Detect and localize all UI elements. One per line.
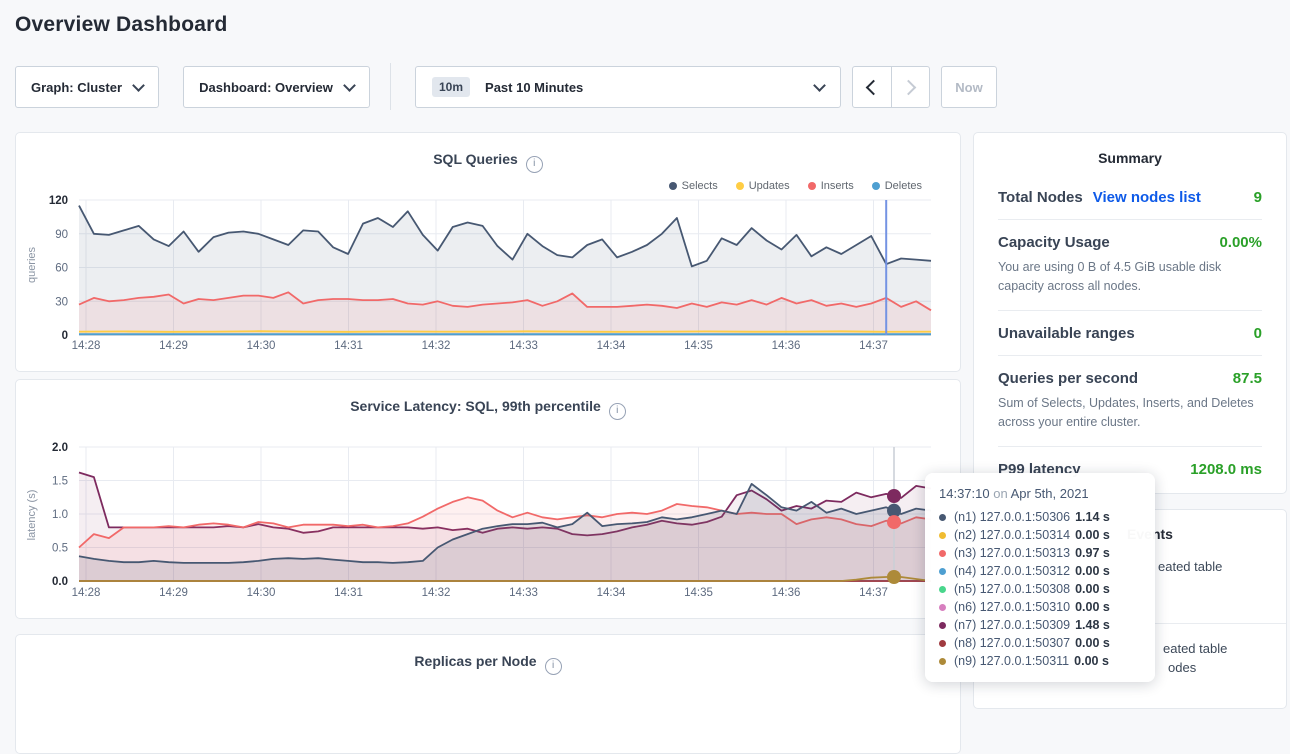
svg-text:14:35: 14:35 <box>684 587 713 599</box>
svg-text:14:30: 14:30 <box>247 340 276 352</box>
tooltip-node-row: (n1) 127.0.0.1:503061.14 s <box>939 508 1141 526</box>
summary-row-total-nodes: Total Nodes View nodes list 9 <box>998 175 1262 219</box>
svg-text:14:29: 14:29 <box>159 587 188 599</box>
svg-text:2.0: 2.0 <box>52 442 68 454</box>
svg-text:1.5: 1.5 <box>52 476 68 488</box>
svg-text:14:37: 14:37 <box>859 587 888 599</box>
svg-text:14:30: 14:30 <box>247 587 276 599</box>
qps-label: Queries per second <box>998 370 1138 387</box>
sql-queries-chart[interactable]: 14:28 14:29 14:30 14:31 14:32 14:33 14:34 14:35… <box>16 133 962 372</box>
unavailable-ranges-label: Unavailable ranges <box>998 325 1135 342</box>
svg-text:30: 30 <box>55 296 68 308</box>
svg-text:0.5: 0.5 <box>52 543 68 555</box>
series-dot-icon <box>939 604 946 611</box>
svg-text:14:31: 14:31 <box>334 340 363 352</box>
svg-text:0: 0 <box>62 330 68 342</box>
summary-row-unavailable-ranges: Unavailable ranges 0 <box>998 310 1262 355</box>
series-dot-icon <box>939 586 946 593</box>
capacity-usage-caption: You are using 0 B of 4.5 GiB usable disk… <box>998 258 1262 297</box>
svg-text:14:34: 14:34 <box>597 587 626 599</box>
svg-text:14:28: 14:28 <box>72 587 101 599</box>
qps-value: 87.5 <box>1233 370 1262 387</box>
chevron-right-icon <box>900 79 916 95</box>
svg-text:60: 60 <box>55 263 68 275</box>
tooltip-node-row: (n9) 127.0.0.1:503110.00 s <box>939 652 1141 670</box>
svg-text:0.0: 0.0 <box>52 576 68 588</box>
tooltip-node-row: (n2) 127.0.0.1:503140.00 s <box>939 526 1141 544</box>
svg-text:14:29: 14:29 <box>159 340 188 352</box>
chart-hover-tooltip: 14:37:10 on Apr 5th, 2021 (n1) 127.0.0.1… <box>925 473 1155 682</box>
summary-heading: Summary <box>998 133 1262 175</box>
toolbar-divider <box>390 63 391 110</box>
summary-panel: Summary Total Nodes View nodes list 9 Ca… <box>973 132 1287 494</box>
total-nodes-label: Total Nodes <box>998 189 1083 206</box>
svg-text:14:31: 14:31 <box>334 587 363 599</box>
chevron-down-icon <box>343 79 356 92</box>
total-nodes-value: 9 <box>1254 189 1262 206</box>
svg-text:14:33: 14:33 <box>509 587 538 599</box>
time-range-badge: 10m <box>432 77 470 97</box>
qps-caption: Sum of Selects, Updates, Inserts, and De… <box>998 394 1262 433</box>
dashboard-dropdown[interactable]: Dashboard: Overview <box>183 66 370 108</box>
service-latency-chart[interactable]: 14:28 14:29 14:30 14:31 14:32 14:33 14:34 14:35… <box>16 380 962 619</box>
info-icon[interactable]: i <box>545 658 562 675</box>
svg-text:14:32: 14:32 <box>422 587 451 599</box>
svg-text:14:33: 14:33 <box>509 340 538 352</box>
tooltip-node-row: (n4) 127.0.0.1:503120.00 s <box>939 562 1141 580</box>
replicas-per-node-panel: Replicas per Node i <box>15 634 961 754</box>
svg-text:90: 90 <box>55 229 68 241</box>
svg-text:14:28: 14:28 <box>72 340 101 352</box>
summary-row-qps: Queries per second 87.5 Sum of Selects, … <box>998 355 1262 446</box>
series-dot-icon <box>939 532 946 539</box>
chart-title: Replicas per Node i <box>16 653 960 675</box>
chevron-down-icon <box>813 79 826 92</box>
now-button[interactable]: Now <box>941 66 997 108</box>
svg-text:14:32: 14:32 <box>422 340 451 352</box>
time-range-selector[interactable]: 10m Past 10 Minutes <box>415 66 841 108</box>
chevron-down-icon <box>132 79 145 92</box>
graph-scope-dropdown[interactable]: Graph: Cluster <box>15 66 159 108</box>
unavailable-ranges-value: 0 <box>1254 325 1262 342</box>
svg-text:14:34: 14:34 <box>597 340 626 352</box>
view-nodes-list-link[interactable]: View nodes list <box>1093 189 1201 206</box>
time-next-button[interactable] <box>891 67 930 107</box>
svg-text:14:36: 14:36 <box>772 587 801 599</box>
dashboard-label: Dashboard: Overview <box>199 80 333 95</box>
graph-scope-label: Graph: Cluster <box>31 80 122 95</box>
service-latency-panel: Service Latency: SQL, 99th percentilei l… <box>15 379 961 619</box>
svg-text:14:36: 14:36 <box>772 340 801 352</box>
svg-text:120: 120 <box>49 195 68 207</box>
chevron-left-icon <box>866 79 882 95</box>
series-dot-icon <box>939 514 946 521</box>
time-nav-group <box>852 66 930 108</box>
svg-text:1.0: 1.0 <box>52 509 68 521</box>
summary-row-capacity: Capacity Usage 0.00% You are using 0 B o… <box>998 219 1262 310</box>
svg-text:14:37: 14:37 <box>859 340 888 352</box>
series-dot-icon <box>939 640 946 647</box>
page-title: Overview Dashboard <box>15 13 228 37</box>
capacity-usage-label: Capacity Usage <box>998 234 1110 251</box>
series-dot-icon <box>939 622 946 629</box>
tooltip-node-row: (n7) 127.0.0.1:503091.48 s <box>939 616 1141 634</box>
tooltip-node-row: (n3) 127.0.0.1:503130.97 s <box>939 544 1141 562</box>
tooltip-node-row: (n6) 127.0.0.1:503100.00 s <box>939 598 1141 616</box>
chart-title-text: Replicas per Node <box>414 653 536 669</box>
tooltip-node-row: (n5) 127.0.0.1:503080.00 s <box>939 580 1141 598</box>
p99-latency-value: 1208.0 ms <box>1190 461 1262 478</box>
tooltip-node-row: (n8) 127.0.0.1:503070.00 s <box>939 634 1141 652</box>
time-prev-button[interactable] <box>853 67 891 107</box>
sql-queries-panel: SQL Queriesi SelectsUpdatesInsertsDelete… <box>15 132 961 372</box>
tooltip-timestamp: 14:37:10 on Apr 5th, 2021 <box>939 486 1141 501</box>
series-dot-icon <box>939 550 946 557</box>
time-range-label: Past 10 Minutes <box>485 80 583 95</box>
series-dot-icon <box>939 568 946 575</box>
svg-text:14:35: 14:35 <box>684 340 713 352</box>
capacity-usage-value: 0.00% <box>1219 234 1262 251</box>
series-dot-icon <box>939 658 946 665</box>
